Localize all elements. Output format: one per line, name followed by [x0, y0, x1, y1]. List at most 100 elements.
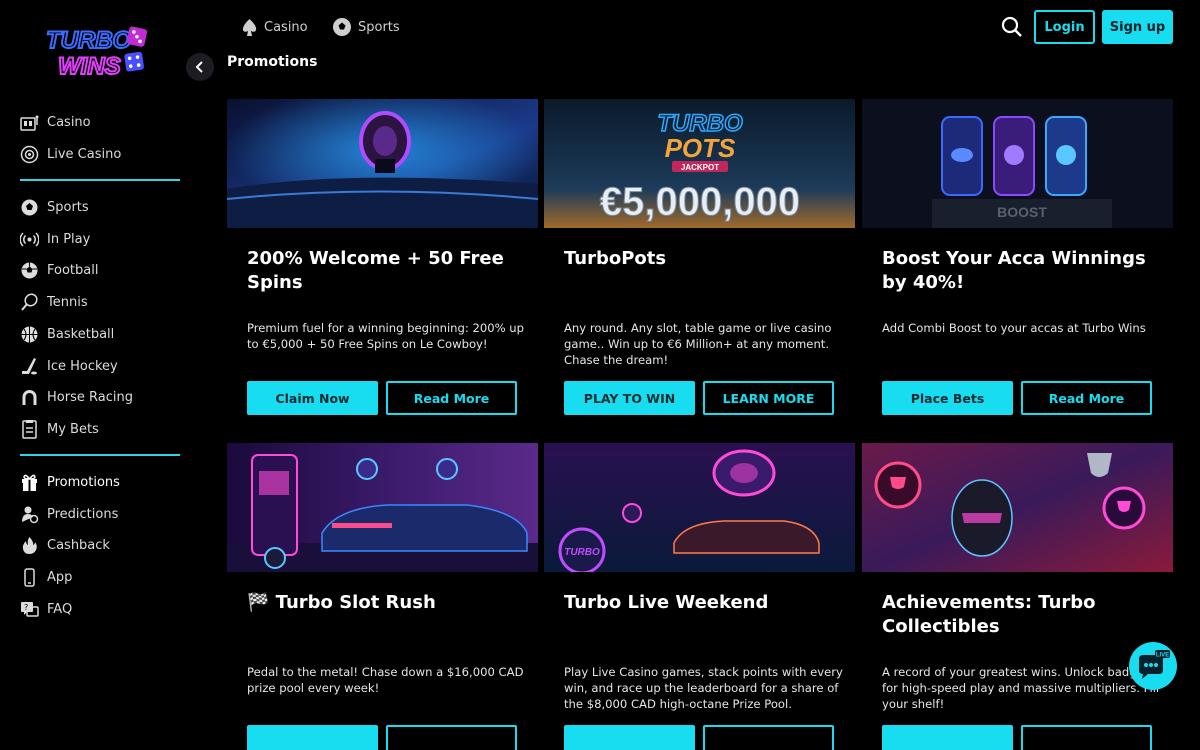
- turbo-wins-logo[interactable]: TURBO WINS: [44, 20, 156, 82]
- topnav-sports-label: Sports: [358, 19, 400, 35]
- sidebar-item-label: Casino: [47, 114, 91, 130]
- sidebar-item-cashback[interactable]: Cashback: [20, 533, 110, 557]
- sidebar-item-label: Sports: [47, 199, 89, 215]
- svg-text:BOOST: BOOST: [997, 204, 1047, 220]
- phone-icon: [20, 567, 39, 587]
- topnav-casino[interactable]: Casino: [241, 14, 308, 40]
- promo-card-slot-rush: 🏁 Turbo Slot Rush Pedal to the metal! Ch…: [227, 443, 538, 750]
- sidebar-item-my-bets[interactable]: My Bets: [20, 417, 99, 441]
- tennis-icon: [20, 293, 39, 312]
- sidebar-item-label: In Play: [47, 231, 91, 247]
- sidebar-item-horse-racing[interactable]: Horse Racing: [20, 385, 133, 409]
- back-button[interactable]: [186, 53, 214, 81]
- sidebar-item-ice-hockey[interactable]: Ice Hockey: [20, 354, 118, 378]
- place-bets-button[interactable]: Place Bets: [882, 381, 1013, 415]
- play-to-win-button[interactable]: PLAY TO WIN: [564, 381, 695, 415]
- sidebar-item-label: App: [47, 569, 73, 585]
- chat-bubble-icon: LIVE: [1139, 650, 1170, 679]
- read-more-button[interactable]: Read More: [1021, 381, 1152, 415]
- ball-icon: [20, 198, 39, 217]
- sidebar-item-faq[interactable]: ? FAQ: [20, 597, 72, 621]
- betslip-icon: [20, 419, 39, 439]
- spade-icon: [242, 18, 257, 36]
- promo-title: Turbo Live Weekend: [564, 592, 769, 613]
- promo-primary-button[interactable]: [564, 725, 695, 750]
- svg-text:JACKPOT: JACKPOT: [681, 163, 719, 172]
- promo-secondary-button[interactable]: [386, 725, 517, 750]
- promo-title: TurboPots: [564, 248, 667, 269]
- svg-text:WINS: WINS: [58, 53, 121, 80]
- promo-banner-image[interactable]: BOOST: [862, 99, 1173, 228]
- promo-title: 200% Welcome + 50 Free Spins: [247, 248, 504, 293]
- promo-secondary-button[interactable]: [1021, 725, 1152, 750]
- read-more-button[interactable]: Read More: [386, 381, 517, 415]
- svg-text:LIVE: LIVE: [1156, 653, 1169, 659]
- sidebar-item-tennis[interactable]: Tennis: [20, 290, 88, 314]
- gift-icon: [20, 473, 39, 492]
- sidebar-item-predictions[interactable]: Predictions: [20, 502, 118, 526]
- promo-card-live-weekend: TURBO Turbo Live Weekend Play Live Casin…: [544, 443, 855, 750]
- hockey-stick-icon: [20, 357, 39, 376]
- roulette-icon: [20, 145, 39, 164]
- promo-description: A record of your greatest wins. Unlock b…: [882, 665, 1160, 711]
- broadcast-icon: [20, 230, 39, 249]
- sidebar-item-casino[interactable]: Casino: [20, 110, 91, 134]
- sidebar-item-label: Live Casino: [47, 146, 122, 162]
- login-button[interactable]: Login: [1034, 10, 1095, 44]
- promo-description: Premium fuel for a winning beginning: 20…: [247, 321, 524, 351]
- sidebar-item-football[interactable]: Football: [20, 258, 98, 282]
- promo-banner-image[interactable]: [227, 443, 538, 572]
- sidebar: TURBO WINS Casino Live Casino Sports In …: [0, 0, 200, 750]
- horseshoe-icon: [20, 388, 39, 407]
- promo-banner-image[interactable]: [227, 99, 538, 228]
- sidebar-item-in-play[interactable]: In Play: [20, 227, 90, 251]
- learn-more-button[interactable]: LEARN MORE: [703, 381, 834, 415]
- sidebar-item-label: Promotions: [47, 474, 120, 490]
- sidebar-item-label: Predictions: [47, 506, 119, 522]
- promo-banner-image[interactable]: TURBO POTS JACKPOT €5,000,000: [544, 99, 855, 228]
- svg-text:TURBO: TURBO: [564, 547, 600, 558]
- promo-card-achievements: Achievements: Turbo Collectibles A recor…: [862, 443, 1173, 750]
- faq-icon: ?: [20, 600, 39, 619]
- promo-banner-image[interactable]: TURBO: [544, 443, 855, 572]
- sidebar-divider: [20, 179, 180, 181]
- promo-description: Play Live Casino games, stack points wit…: [564, 665, 843, 711]
- promo-description: Any round. Any slot, table game or live …: [564, 321, 832, 367]
- page-title: Promotions: [227, 54, 318, 70]
- sidebar-item-label: Basketball: [47, 326, 115, 342]
- promo-title: Achievements: Turbo Collectibles: [882, 592, 1096, 637]
- sidebar-item-live-casino[interactable]: Live Casino: [20, 142, 121, 166]
- fire-icon: [20, 536, 39, 555]
- live-chat-button[interactable]: LIVE: [1129, 642, 1177, 690]
- sidebar-item-app[interactable]: App: [20, 565, 72, 589]
- topnav-sports[interactable]: Sports: [332, 14, 400, 40]
- sidebar-item-promotions[interactable]: Promotions: [20, 470, 120, 494]
- slot-machine-icon: [20, 113, 39, 132]
- sidebar-item-label: Horse Racing: [47, 389, 133, 405]
- sidebar-item-label: Ice Hockey: [47, 358, 118, 374]
- promo-card-welcome: 200% Welcome + 50 Free Spins Premium fue…: [227, 99, 538, 415]
- sidebar-item-sports[interactable]: Sports: [20, 195, 89, 219]
- promo-card-acca-boost: BOOST Boost Your Acca Winnings by 40%! A…: [862, 99, 1173, 415]
- svg-text:?: ?: [24, 603, 28, 612]
- sidebar-item-label: Tennis: [47, 294, 88, 310]
- promo-secondary-button[interactable]: [703, 725, 834, 750]
- promo-card-turbopots: TURBO POTS JACKPOT €5,000,000 TurboPots …: [544, 99, 855, 415]
- sidebar-item-label: My Bets: [47, 421, 99, 437]
- promo-banner-image[interactable]: [862, 443, 1173, 572]
- chevron-left-icon: [195, 61, 203, 73]
- promo-title: Boost Your Acca Winnings by 40%!: [882, 248, 1146, 293]
- sidebar-divider: [20, 454, 180, 456]
- sidebar-item-label: Football: [47, 262, 99, 278]
- sidebar-item-label: FAQ: [47, 601, 73, 617]
- svg-text:POTS: POTS: [665, 133, 736, 163]
- claim-now-button[interactable]: Claim Now: [247, 381, 378, 415]
- predictions-icon: [20, 505, 39, 524]
- promo-description: Add Combi Boost to your accas at Turbo W…: [882, 321, 1146, 335]
- signup-button[interactable]: Sign up: [1102, 10, 1173, 44]
- promo-primary-button[interactable]: [247, 725, 378, 750]
- search-icon[interactable]: [1001, 16, 1023, 38]
- promo-primary-button[interactable]: [882, 725, 1013, 750]
- sidebar-item-label: Cashback: [47, 537, 110, 553]
- sidebar-item-basketball[interactable]: Basketball: [20, 322, 114, 346]
